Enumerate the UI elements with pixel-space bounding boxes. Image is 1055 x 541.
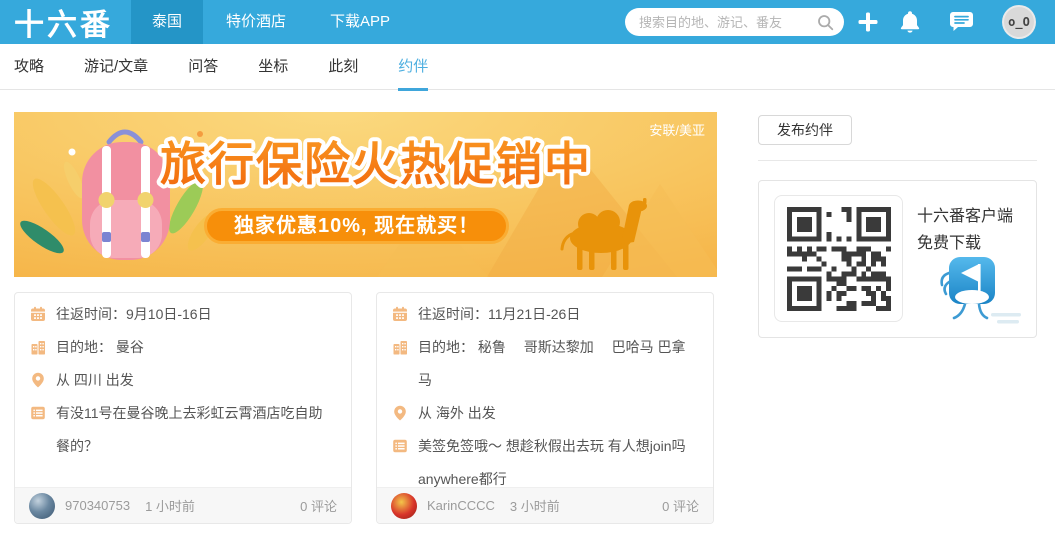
calendar-icon — [393, 306, 407, 321]
post-time: 往返时间：11月21日-26日 — [418, 306, 581, 322]
post-body: 往返时间：9月10日-16日 目的地： 曼谷 从 四川 出发 有没11号在曼谷晚… — [15, 293, 351, 487]
search-box — [625, 8, 844, 36]
app-download-text: 十六番客户端 免费下载 — [917, 203, 1013, 257]
post-note: 有没11号在曼谷晚上去彩虹云霄酒店吃自助餐的？ — [56, 405, 323, 454]
site-logo[interactable]: 十六番 — [14, 0, 113, 44]
main-content: 安联/美亚 旅行保险火热促销中 独家优惠10%, 现在就买！ 往返时间：9月10… — [0, 90, 1055, 524]
post-note: 美签免签哦～ 想趁秋假出去玩 有人想join吗 anywhere都行 — [418, 438, 686, 487]
header-tab-thailand[interactable]: 泰国 — [131, 0, 204, 44]
post-age: 1 小时前 — [145, 499, 195, 514]
search-icon[interactable] — [817, 14, 834, 31]
poster-username[interactable]: KarinCCCC — [427, 498, 495, 513]
post-time: 往返时间：9月10日-16日 — [56, 306, 212, 322]
poster-avatar[interactable] — [391, 492, 417, 519]
app-download-card: 十六番客户端 免费下载 — [758, 180, 1037, 338]
search-input[interactable] — [639, 14, 817, 30]
post-footer: KarinCCCC 3 小时前 0 评论 — [377, 487, 713, 523]
buildings-icon — [393, 341, 407, 355]
plus-icon[interactable] — [856, 11, 880, 33]
post-body: 往返时间：11月21日-26日 目的地： 秘鲁 哥斯达黎加 巴哈马 巴拿马 从 … — [377, 293, 713, 487]
post-destination-row: 目的地： 秘鲁 哥斯达黎加 巴哈马 巴拿马 — [392, 331, 697, 397]
buildings-icon — [31, 341, 45, 355]
calendar-icon — [31, 306, 45, 321]
banner-brand-badge: 安联/美亚 — [649, 123, 705, 138]
post-destination: 目的地： 曼谷 — [56, 339, 144, 355]
section-nav: 攻略 游记/文章 问答 坐标 此刻 约伴 — [0, 44, 1055, 91]
sidebar-divider — [758, 160, 1037, 161]
tab-companions[interactable]: 约伴 — [398, 44, 429, 91]
note-icon — [31, 406, 45, 420]
left-column: 安联/美亚 旅行保险火热促销中 独家优惠10%, 现在就买！ 往返时间：9月10… — [14, 112, 717, 524]
location-pin-icon — [394, 405, 406, 421]
companion-post-card[interactable]: 往返时间：11月21日-26日 目的地： 秘鲁 哥斯达黎加 巴哈马 巴拿马 从 … — [376, 292, 714, 524]
qr-code — [774, 195, 903, 322]
banner-title-text: 旅行保险火热促销中 — [160, 138, 592, 190]
right-sidebar: 发布约伴 十六番客户端 免费下载 — [758, 112, 1037, 524]
user-avatar[interactable]: o_O — [1002, 5, 1036, 39]
post-age: 3 小时前 — [509, 499, 560, 514]
post-destination: 目的地： 秘鲁 哥斯达黎加 巴哈马 巴拿马 — [418, 339, 686, 388]
banner-offer-pill: 独家优惠10%, 现在就买！ — [204, 208, 510, 244]
camel-illustration — [560, 198, 647, 270]
companion-posts: 往返时间：9月10日-16日 目的地： 曼谷 从 四川 出发 有没11号在曼谷晚… — [14, 292, 717, 524]
app-download-line1: 十六番客户端 — [917, 208, 1014, 225]
post-departure-row: 从 四川 出发 — [30, 364, 335, 397]
post-time-row: 往返时间：9月10日-16日 — [30, 298, 335, 331]
tab-guides[interactable]: 攻略 — [14, 44, 44, 90]
post-departure-row: 从 海外 出发 — [392, 397, 697, 430]
chat-icon[interactable] — [948, 11, 974, 33]
top-header: 十六番 泰国 特价酒店 下载APP 搜索目的地、游记、番友 o_O — [0, 0, 1055, 44]
post-note-row: 有没11号在曼谷晚上去彩虹云霄酒店吃自助餐的？ — [30, 397, 335, 463]
poster-avatar[interactable] — [29, 492, 55, 519]
banner-title: 旅行保险火热促销中 — [156, 134, 594, 194]
post-departure: 从 海外 出发 — [418, 405, 496, 421]
note-icon — [393, 439, 407, 453]
companion-post-card[interactable]: 往返时间：9月10日-16日 目的地： 曼谷 从 四川 出发 有没11号在曼谷晚… — [14, 292, 352, 524]
tab-coordinates[interactable]: 坐标 — [258, 44, 288, 90]
tab-moments[interactable]: 此刻 — [328, 44, 358, 90]
post-comment-count: 0 评论 — [300, 499, 337, 514]
location-pin-icon — [32, 372, 44, 388]
post-footer: 970340753 1 小时前 0 评论 — [15, 487, 351, 523]
poster-username[interactable]: 970340753 — [65, 498, 130, 513]
insurance-promo-banner[interactable]: 安联/美亚 旅行保险火热促销中 独家优惠10%, 现在就买！ — [14, 112, 717, 277]
post-comment-count: 0 评论 — [662, 499, 699, 514]
post-note-row: 美签免签哦～ 想趁秋假出去玩 有人想join吗 anywhere都行 — [392, 430, 697, 487]
publish-companion-button[interactable]: 发布约伴 — [758, 115, 852, 145]
header-tab-hotel-deals[interactable]: 特价酒店 — [205, 0, 307, 44]
post-time-row: 往返时间：11月21日-26日 — [392, 298, 697, 331]
app-mascot-icon — [940, 257, 1021, 324]
header-tab-download-app[interactable]: 下载APP — [309, 0, 411, 44]
post-departure: 从 四川 出发 — [56, 372, 134, 388]
tab-travelogues[interactable]: 游记/文章 — [84, 44, 148, 90]
post-destination-row: 目的地： 曼谷 — [30, 331, 335, 364]
bell-icon[interactable] — [898, 10, 922, 34]
tab-qna[interactable]: 问答 — [188, 44, 218, 90]
